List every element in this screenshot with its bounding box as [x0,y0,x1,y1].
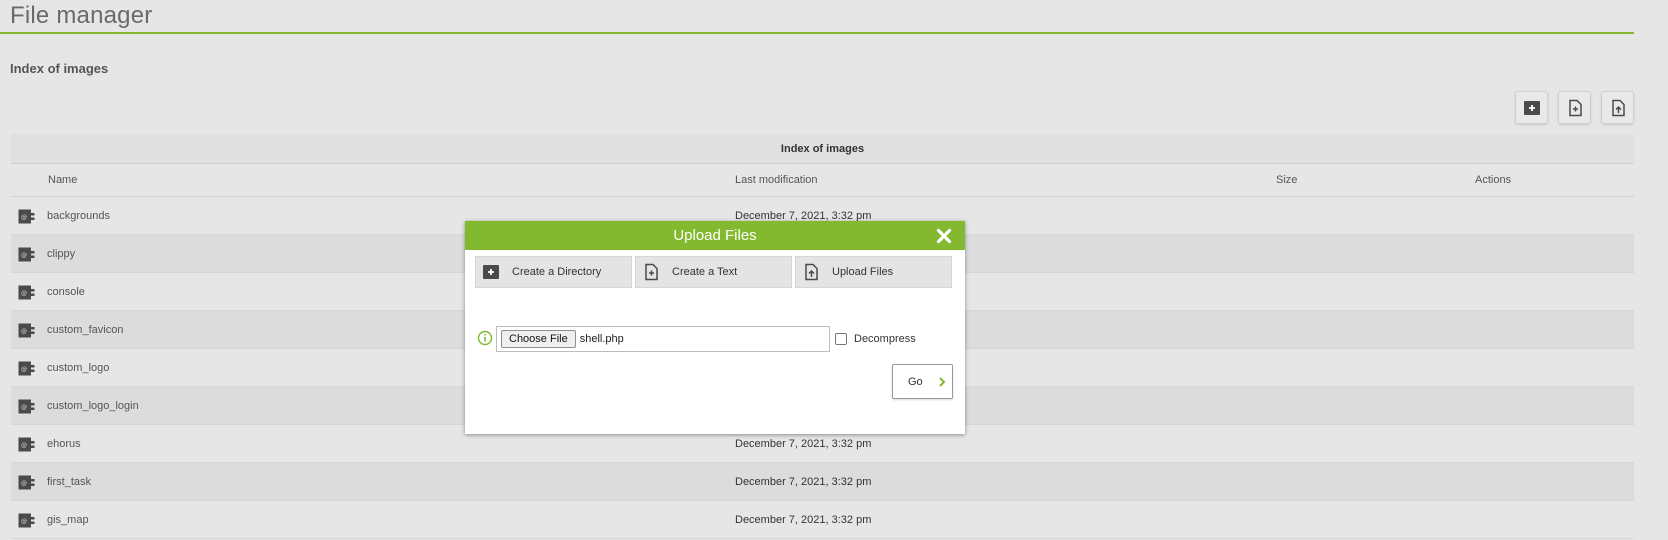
folder-icon[interactable]: @ [18,208,35,225]
info-icon [477,330,493,346]
svg-text:@: @ [21,404,27,411]
create-text-icon [645,263,658,281]
svg-text:@: @ [21,290,27,297]
page-title: File manager [10,2,153,29]
column-header-size[interactable]: Size [1276,174,1297,186]
upload-files-dialog: Upload Files Create a Directory Create a… [465,221,965,434]
create-directory-icon [1523,100,1540,115]
file-name-link[interactable]: gis_map [47,514,89,526]
upload-files-button[interactable] [1601,91,1634,124]
choose-file-button[interactable]: Choose File [501,330,576,348]
file-name-link[interactable]: custom_logo [47,362,109,374]
table-header: Name Last modification Size Actions [11,164,1634,197]
dialog-header: Upload Files [465,221,965,250]
svg-text:@: @ [21,214,27,221]
create-directory-button[interactable] [1515,91,1548,124]
page-header: File manager [0,0,1634,34]
column-header-name[interactable]: Name [48,174,77,186]
dialog-title: Upload Files [673,227,757,244]
table-row: @ gis_map December 7, 2021, 3:32 pm [11,501,1634,539]
tab-upload-files[interactable]: Upload Files [795,256,952,288]
folder-icon[interactable]: @ [18,398,35,415]
svg-text:@: @ [21,442,27,449]
svg-text:@: @ [21,252,27,259]
selected-file-name: shell.php [579,333,624,345]
svg-text:@: @ [21,328,27,335]
svg-text:@: @ [21,518,27,525]
column-header-actions: Actions [1475,174,1512,186]
svg-text:@: @ [21,480,27,487]
table-caption: Index of images [11,134,1634,164]
folder-icon[interactable]: @ [18,360,35,377]
decompress-checkbox[interactable] [835,333,847,345]
create-directory-icon [483,265,499,279]
svg-text:@: @ [21,366,27,373]
folder-icon[interactable]: @ [18,436,35,453]
last-modified: December 7, 2021, 3:32 pm [735,514,872,526]
file-name-link[interactable]: custom_logo_login [47,400,139,412]
dialog-tabs: Create a Directory Create a Text Upload … [475,256,952,288]
file-name-link[interactable]: console [47,286,85,298]
tab-create-text[interactable]: Create a Text [635,256,792,288]
chevron-right-icon [938,376,946,387]
create-text-button[interactable] [1558,91,1591,124]
tab-create-directory[interactable]: Create a Directory [475,256,632,288]
folder-icon[interactable]: @ [18,246,35,263]
file-actions-toolbar [1515,91,1634,124]
file-input[interactable]: Choose File shell.php [496,326,830,352]
tab-label: Upload Files [832,266,894,278]
table-row: @ first_task December 7, 2021, 3:32 pm [11,463,1634,501]
decompress-label: Decompress [854,333,916,345]
upload-form-row: Choose File shell.php Decompress [477,326,916,352]
file-name-link[interactable]: ehorus [47,438,81,450]
section-title: Index of images [10,61,109,76]
folder-icon[interactable]: @ [18,284,35,301]
go-label: Go [908,375,923,388]
upload-files-icon [805,263,818,281]
tab-label: Create a Directory [512,266,602,278]
last-modified: December 7, 2021, 3:32 pm [735,438,872,450]
last-modified: December 7, 2021, 3:32 pm [735,476,872,488]
folder-icon[interactable]: @ [18,512,35,529]
create-text-icon [1568,99,1582,116]
close-icon[interactable] [935,227,953,245]
tab-label: Create a Text [672,266,738,278]
go-button[interactable]: Go [892,364,953,399]
file-name-link[interactable]: backgrounds [47,210,110,222]
column-header-last-modification[interactable]: Last modification [735,174,818,186]
file-name-link[interactable]: first_task [47,476,91,488]
folder-icon[interactable]: @ [18,322,35,339]
file-name-link[interactable]: custom_favicon [47,324,123,336]
file-name-link[interactable]: clippy [47,248,75,260]
upload-files-icon [1611,99,1625,116]
folder-icon[interactable]: @ [18,474,35,491]
